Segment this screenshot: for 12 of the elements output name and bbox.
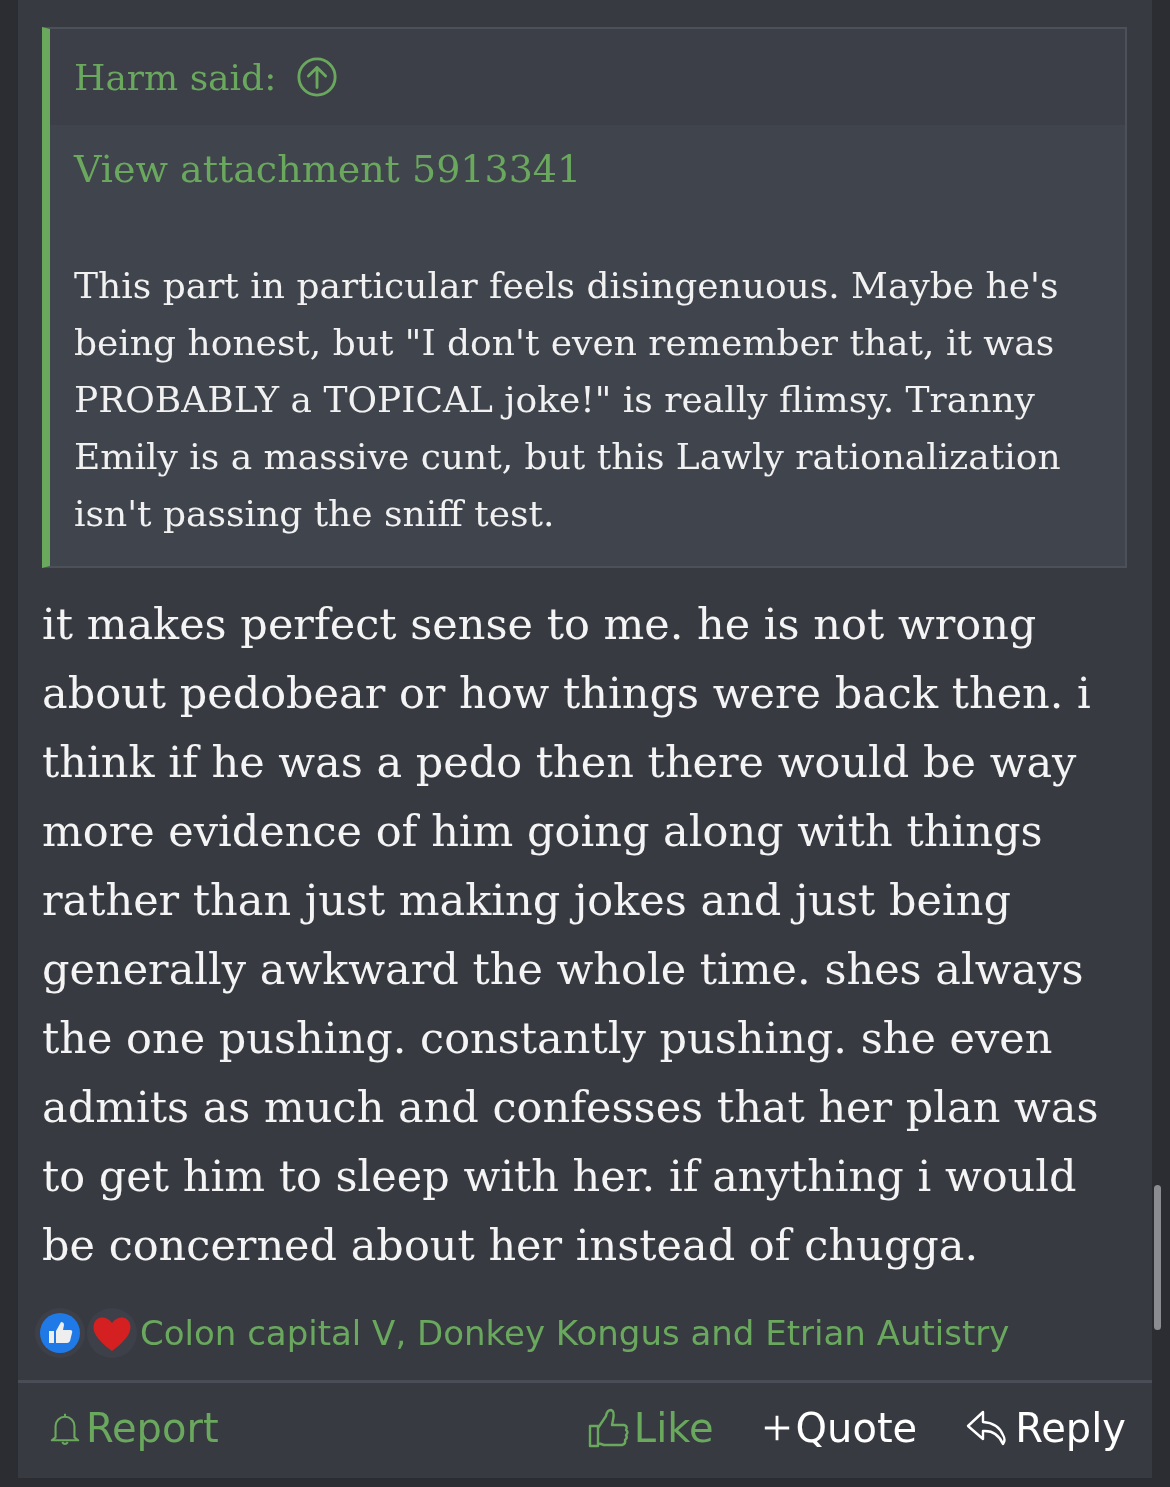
reply-button[interactable]: Reply [965, 1405, 1126, 1451]
post-text: it makes perfect sense to me. he is not wrong about pedobear or how things were back then. i think if he was a pedo then there would be way more evidence of him going along with things rather than just making jokes and just being generally awkward the whole time. shes always the one pushing. constantly pushing. she even admits as much and confesses that her plan was to get him to sleep with her. if anything i would be concerned about her instead of chugga. [42, 598, 1100, 1272]
reaction-users[interactable]: Colon capital V, Donkey Kongus and Etrian Autistry [140, 1313, 1010, 1353]
quote-button[interactable]: Quote [761, 1405, 918, 1451]
quote-author[interactable]: Harm said: [74, 56, 277, 98]
like-button[interactable]: Like [585, 1405, 714, 1451]
attachment-link[interactable]: View attachment 5913341 [74, 147, 582, 191]
scrollbar-thumb[interactable] [1154, 1185, 1161, 1330]
quote-text: This part in particular feels disingenuous. Maybe he's being honest, but "I don't even remember that, it was PROBABLY a TOPICAL joke!" is really flimsy. Tranny Emily is a massive cunt, but this Lawly rationalization isn't passing the sniff test. [74, 264, 1062, 536]
report-button[interactable]: Report [48, 1405, 219, 1451]
arrow-up-icon[interactable] [296, 56, 339, 98]
thumbs-up-icon[interactable] [34, 1307, 86, 1359]
